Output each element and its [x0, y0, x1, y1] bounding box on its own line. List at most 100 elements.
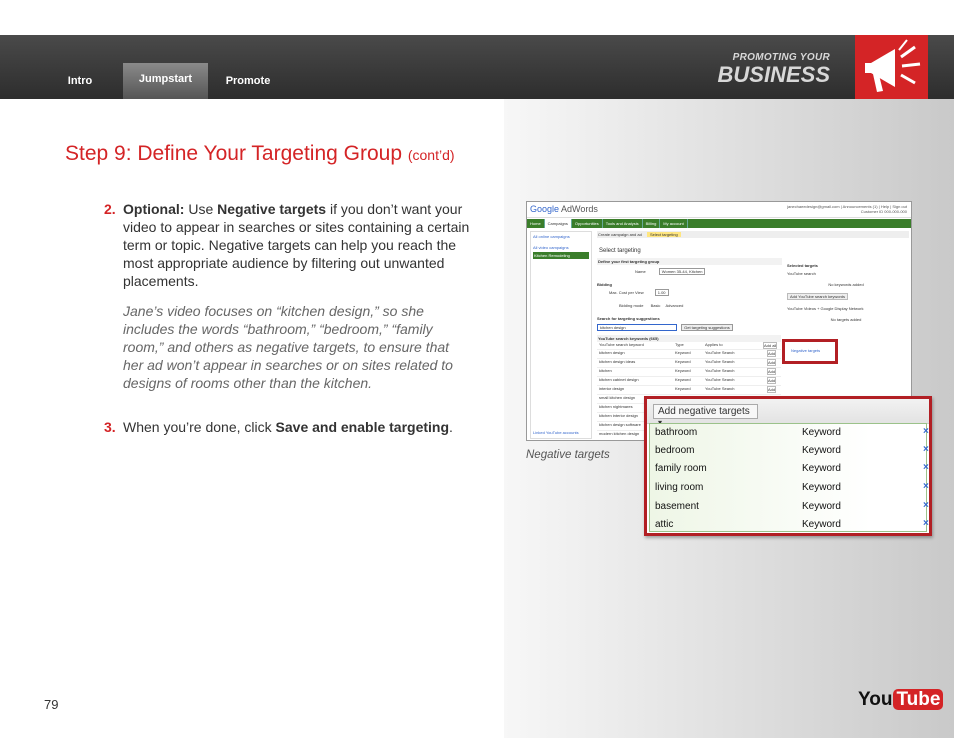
- nav-billing[interactable]: Billing: [643, 219, 661, 228]
- add-all-button[interactable]: Add all: [763, 342, 778, 349]
- keyword-row: kitchen design ideas Keyword YouTube Sea…: [597, 358, 781, 367]
- negative-target-type: Keyword: [802, 482, 841, 493]
- keyword-term: kitchen cabinet design: [599, 377, 639, 382]
- remove-icon[interactable]: ×: [923, 462, 929, 473]
- nav-home[interactable]: Home: [527, 219, 545, 228]
- no-keywords-label: No keywords added: [828, 282, 864, 287]
- item-text-a: Use: [184, 201, 218, 217]
- remove-icon[interactable]: ×: [923, 518, 929, 529]
- remove-icon[interactable]: ×: [923, 426, 929, 437]
- negative-targets-link[interactable]: Negative targets: [791, 348, 820, 353]
- keyword-term: small kitchen design: [599, 395, 636, 400]
- keyword-term: interior design: [599, 386, 625, 391]
- keyword-applies: YouTube Search: [705, 350, 735, 355]
- youtube-logo-you: You: [858, 689, 893, 710]
- negative-target-row: living room Keyword ×: [650, 479, 929, 497]
- nav-tools[interactable]: Tools and Analysis: [603, 219, 643, 228]
- keyword-term: kitchen design: [599, 350, 625, 355]
- youtube-search-label: YouTube search: [787, 271, 816, 276]
- nav-opportunities[interactable]: Opportunities: [572, 219, 603, 228]
- item-number: 2.: [104, 201, 116, 217]
- remove-icon[interactable]: ×: [923, 481, 929, 492]
- negative-targets-zoom: Add negative targets ▾ bathroom Keyword …: [644, 396, 932, 536]
- top-navigation-bar: Intro Jumpstart Promote PROMOTING YOUR B…: [0, 35, 954, 99]
- get-suggestions-button[interactable]: Get targeting suggestions: [681, 324, 733, 331]
- keyword-row: interior design Keyword YouTube Search A…: [597, 385, 781, 394]
- selected-targets-panel: Selected targets YouTube search No keywo…: [787, 263, 905, 322]
- no-targets-label: No targets added: [830, 317, 862, 322]
- negative-target-type: Keyword: [802, 463, 841, 474]
- zoom-header: Add negative targets ▾: [647, 399, 929, 427]
- videos-network-label: YouTube Videos + Google Display Network: [787, 306, 864, 311]
- negative-targets-table: bathroom Keyword × bedroom Keyword × fam…: [649, 423, 929, 532]
- nav-campaigns[interactable]: Campaigns: [544, 219, 572, 228]
- item-number: 3.: [104, 419, 116, 435]
- negative-targets-highlight: Negative targets: [782, 339, 838, 364]
- optional-label: Optional:: [123, 201, 185, 217]
- sidebar-linked-accounts[interactable]: Linked YouTube accounts: [533, 430, 579, 435]
- keyword-term: kitchen: [599, 368, 612, 373]
- add-button[interactable]: Add: [767, 359, 777, 366]
- step-tab-targeting[interactable]: Select targeting: [646, 232, 681, 237]
- add-negative-targets-button[interactable]: Add negative targets ▾: [653, 404, 758, 427]
- remove-icon[interactable]: ×: [923, 500, 929, 511]
- keyword-term: kitchen nightmares: [599, 404, 633, 409]
- youtube-logo: You Tube: [858, 689, 944, 711]
- add-button[interactable]: Add: [767, 386, 777, 393]
- keyword-term: modern kitchen design: [599, 431, 640, 436]
- negative-target-type: Keyword: [802, 427, 841, 438]
- step-item-2: 2. Optional: Use Negative targets if you…: [104, 200, 476, 290]
- negative-target-type: Keyword: [802, 445, 841, 456]
- youtube-logo-tube: Tube: [893, 689, 944, 710]
- tab-promote[interactable]: Promote: [216, 63, 280, 99]
- page-title: Step 9: Define Your Targeting Group (con…: [65, 142, 455, 166]
- negative-target-term: family room: [655, 463, 707, 474]
- adwords-logo-text: AdWords: [561, 204, 598, 214]
- tab-jumpstart[interactable]: Jumpstart: [123, 63, 208, 99]
- nav-my-account[interactable]: My account: [660, 219, 688, 228]
- keyword-type: Keyword: [675, 386, 691, 391]
- negative-target-term: bathroom: [655, 427, 698, 438]
- col-type: Type: [675, 342, 684, 347]
- select-targeting-heading: Select targeting: [599, 248, 641, 254]
- remove-icon[interactable]: ×: [923, 444, 929, 455]
- adwords-sidebar: All online campaigns All video campaigns…: [530, 231, 592, 439]
- adwords-header: Google AdWords janechaeedesign@gmail.com…: [527, 202, 911, 218]
- sidebar-campaign[interactable]: Kitchen Remodeling: [533, 252, 589, 259]
- define-group: Define your first targeting group: [597, 258, 782, 265]
- bidding-mode-advanced[interactable]: Advanced: [666, 303, 684, 308]
- max-cpv-label: Max. Cost per View: [609, 290, 644, 295]
- selected-targets-heading: Selected targets: [787, 263, 818, 268]
- step-tabs: Create campaign and ad Select targeting: [597, 231, 909, 238]
- keyword-term: kitchen design software: [599, 422, 641, 427]
- add-button[interactable]: Add: [767, 368, 777, 375]
- item-text: When you’re done, click Save and enable …: [123, 418, 476, 436]
- sidebar-all-campaigns[interactable]: All online campaigns: [533, 234, 589, 239]
- customer-id: Customer ID 000-000-000: [860, 209, 907, 214]
- account-info: janechaeedesign@gmail.com | Announcement…: [787, 204, 907, 214]
- negative-target-row: bedroom Keyword ×: [650, 442, 929, 460]
- keyword-applies: YouTube Search: [705, 368, 735, 373]
- adwords-nav: Home Campaigns Opportunities Tools and A…: [527, 219, 911, 228]
- keyword-row: kitchen cabinet design Keyword YouTube S…: [597, 376, 781, 385]
- google-logo-text: Google: [530, 204, 560, 214]
- negative-target-row: bathroom Keyword ×: [650, 424, 929, 442]
- keyword-type: Keyword: [675, 350, 691, 355]
- col-keyword: YouTube search keyword: [599, 342, 644, 347]
- example-paragraph: Jane’s video focuses on “kitchen design,…: [123, 303, 453, 391]
- add-button[interactable]: Add: [767, 350, 777, 357]
- tab-intro[interactable]: Intro: [56, 63, 104, 99]
- add-button[interactable]: Add: [767, 377, 777, 384]
- max-cpv-field[interactable]: 1.00: [654, 289, 669, 296]
- keyword-term: kitchen interior design: [599, 413, 638, 418]
- negative-target-term: bedroom: [655, 445, 695, 456]
- keyword-type: Keyword: [675, 359, 691, 364]
- item-text: Optional: Use Negative targets if you do…: [123, 200, 476, 290]
- keyword-type: Keyword: [675, 377, 691, 382]
- sidebar-video-campaigns[interactable]: All video campaigns: [533, 245, 589, 250]
- add-search-keywords-button[interactable]: Add YouTube search keywords: [787, 293, 848, 300]
- step-tab-create[interactable]: Create campaign and ad: [598, 232, 642, 237]
- bidding-mode-basic[interactable]: Basic: [651, 303, 661, 308]
- name-field[interactable]: Women 35-44, Kitchen: [658, 268, 706, 275]
- search-input[interactable]: kitchen design: [597, 324, 677, 331]
